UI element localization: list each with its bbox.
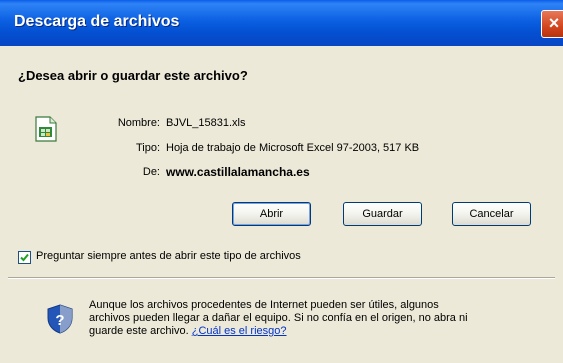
type-label: Tipo: xyxy=(135,142,160,154)
checkmark-icon xyxy=(20,253,29,262)
svg-text:?: ? xyxy=(55,312,64,329)
name-label: Nombre: xyxy=(117,117,160,129)
save-button[interactable]: Guardar xyxy=(343,202,422,226)
name-value: BJVL_15831.xls xyxy=(166,117,246,129)
dialog-body: ¿Desea abrir o guardar este archivo? Nom… xyxy=(0,46,563,363)
excel-file-icon xyxy=(35,116,57,142)
type-value: Hoja de trabajo de Microsoft Excel 97-20… xyxy=(166,142,420,154)
title-bar[interactable]: Descarga de archivos × xyxy=(0,0,563,46)
from-value: www.castillalamancha.es xyxy=(166,165,310,179)
always-ask-label[interactable]: Preguntar siempre antes de abrir este ti… xyxy=(36,250,301,262)
always-ask-checkbox[interactable] xyxy=(18,251,31,264)
cancel-button[interactable]: Cancelar xyxy=(452,202,531,226)
window-title: Descarga de archivos xyxy=(14,13,180,30)
close-button[interactable]: × xyxy=(541,10,563,38)
separator xyxy=(8,277,555,279)
security-warning: Aunque los archivos procedentes de Inter… xyxy=(89,299,469,338)
dialog-question: ¿Desea abrir o guardar este archivo? xyxy=(18,68,248,83)
close-icon: × xyxy=(548,13,560,33)
risk-link[interactable]: ¿Cuál es el riesgo? xyxy=(192,325,287,337)
from-label: De: xyxy=(142,166,160,178)
shield-question-icon: ? xyxy=(47,304,73,334)
open-button[interactable]: Abrir xyxy=(232,202,311,226)
